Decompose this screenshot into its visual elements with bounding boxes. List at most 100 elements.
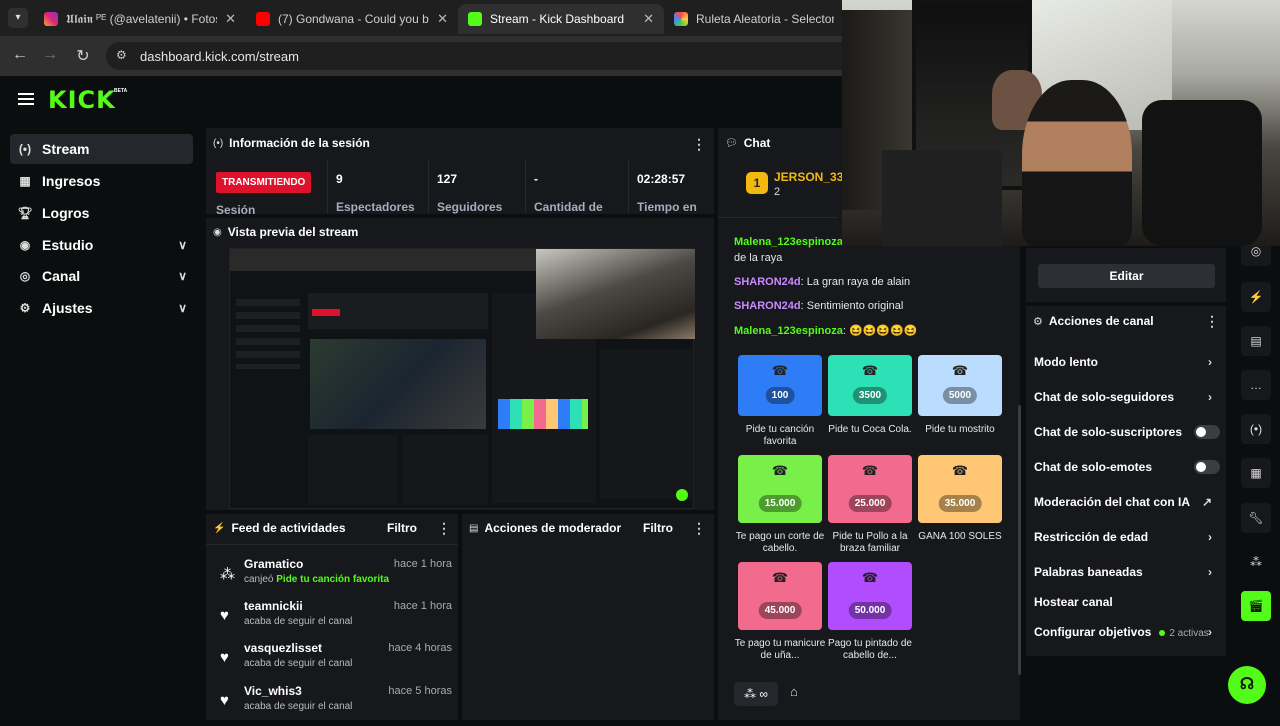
gift-icon: ☎	[771, 463, 789, 478]
reward-label: Pide tu mostrito	[925, 424, 995, 435]
pinned-count: 2	[774, 186, 781, 198]
gift-icon: ☎	[861, 570, 879, 585]
rail-lightning-icon[interactable]: ⚡	[1241, 282, 1271, 312]
stat-value: 127	[437, 172, 458, 186]
toggle-switch[interactable]	[1194, 425, 1220, 439]
channel-action-row[interactable]: Chat de solo-emotes	[1034, 460, 1220, 474]
more-options-icon[interactable]: ⋮	[437, 520, 451, 537]
sidebar-item-estudio[interactable]: ◉ Estudio ∨	[10, 230, 193, 260]
feed-user[interactable]: teamnickii	[244, 599, 303, 613]
pinned-username: JERSON_33	[774, 170, 844, 184]
moderator-filter-button[interactable]: Filtro	[643, 521, 673, 535]
channel-action-row[interactable]: Palabras baneadas ›	[1034, 565, 1220, 579]
rail-points-icon[interactable]: ⁂	[1241, 547, 1271, 577]
channel-action-row[interactable]: Chat de solo-suscriptores	[1034, 425, 1220, 439]
panel-title: Chat	[743, 136, 771, 150]
sidebar-item-stream[interactable]: (•) Stream	[10, 134, 193, 164]
reward-tile[interactable]: ☎ 45.000	[738, 562, 822, 630]
heart-icon: ♥	[220, 649, 229, 666]
back-icon[interactable]: ←	[10, 46, 30, 64]
reward-tile[interactable]: ☎ 100	[738, 355, 822, 416]
rail-broadcast-icon[interactable]: (•)	[1241, 414, 1271, 444]
rail-layout-icon[interactable]: ▦	[1241, 458, 1271, 488]
panel-title: Feed de actividades	[231, 521, 346, 535]
broadcast-icon: (•)	[18, 142, 32, 156]
preview-actions-column	[600, 349, 692, 499]
gift-icon: ☎	[771, 363, 789, 378]
feed-time: hace 5 horas	[388, 685, 452, 697]
kick-logo[interactable]: KICK BETA	[48, 86, 127, 114]
feed-user[interactable]: Vic_whis3	[244, 684, 302, 698]
rail-wrench-icon[interactable]: 🔧︎	[1241, 503, 1271, 533]
preview-nested-video	[310, 339, 486, 429]
browser-tab-ruleta[interactable]: Ruleta Aleatoria - Selector Pers	[664, 4, 844, 34]
support-headset-button[interactable]: ☊	[1228, 666, 1266, 704]
store-icon[interactable]: ⌂	[790, 684, 798, 699]
site-info-icon[interactable]: ⚙	[116, 48, 127, 62]
chat-username[interactable]: SHARON24d	[734, 276, 801, 288]
chat-username[interactable]: Malena_123espinoza	[734, 236, 843, 248]
sidebar-item-canal[interactable]: ◎ Canal ∨	[10, 261, 193, 291]
session-info-header: (•) Información de la sesión	[213, 136, 370, 150]
kick-icon	[468, 12, 482, 26]
stream-preview-video[interactable]	[229, 248, 695, 509]
edit-button[interactable]: Editar	[1038, 264, 1215, 288]
toggle-switch[interactable]	[1194, 460, 1220, 474]
panel-title: Acciones de canal	[1048, 314, 1154, 328]
preview-feed-panel	[308, 435, 398, 505]
more-options-icon[interactable]: ⋮	[692, 520, 706, 537]
channel-action-row[interactable]: Restricción de edad ›	[1034, 530, 1220, 544]
channel-action-row[interactable]: Hostear canal	[1034, 595, 1220, 609]
reward-tile[interactable]: ☎ 35.000	[918, 455, 1002, 523]
reward-tile[interactable]: ☎ 5000	[918, 355, 1002, 416]
chevron-down-icon: ∨	[178, 301, 187, 315]
more-options-icon[interactable]: ⋮	[692, 136, 706, 153]
browser-tab-youtube[interactable]: (7) Gondwana - Could you be lo ✕	[246, 4, 458, 34]
close-icon[interactable]: ✕	[437, 11, 448, 27]
sidebar-item-logros[interactable]: 🏆︎ Logros	[10, 198, 193, 228]
webcam-overlay	[842, 0, 1280, 246]
panel-title: Acciones de moderador	[484, 521, 622, 535]
feed-row: ♥ vasquezlisset hace 4 horas acaba de se…	[216, 641, 452, 683]
rail-clapper-icon[interactable]: 🎬︎	[1241, 591, 1271, 621]
webcam-chair	[1142, 100, 1262, 246]
sidebar-item-label: Ajustes	[42, 300, 93, 316]
channel-action-row[interactable]: Moderación del chat con IA ↗	[1034, 495, 1220, 509]
hamburger-menu-icon[interactable]	[18, 93, 34, 105]
channel-action-label: Chat de solo-emotes	[1034, 460, 1153, 474]
url-field[interactable]: ⚙ dashboard.kick.com/stream	[106, 42, 866, 70]
channel-action-row[interactable]: Chat de solo-seguidores ›	[1034, 390, 1220, 404]
reward-tile[interactable]: ☎ 25.000	[828, 455, 912, 523]
chat-username[interactable]: SHARON24d	[734, 300, 801, 312]
reward-tile[interactable]: ☎ 3500	[828, 355, 912, 416]
channel-action-row[interactable]: Configurar objetivos 2 activas ›	[1034, 625, 1220, 639]
chat-username[interactable]: Malena_123espinoza	[734, 325, 843, 337]
feed-divider	[206, 544, 458, 545]
forward-icon[interactable]: →	[40, 46, 60, 64]
feed-time: hace 1 hora	[393, 558, 452, 570]
sidebar-item-label: Logros	[42, 205, 90, 221]
close-icon[interactable]: ✕	[643, 11, 654, 27]
close-icon[interactable]: ✕	[225, 11, 236, 27]
reward-tile[interactable]: ☎ 50.000	[828, 562, 912, 630]
reward-cost: 50.000	[848, 602, 892, 619]
sidebar-item-ajustes[interactable]: ⚙ Ajustes ∨	[10, 293, 193, 323]
channel-points-infinite-button[interactable]: ⁂ ∞	[734, 682, 778, 706]
feed-reward-name: Pide tu canción favorita	[276, 574, 390, 585]
channel-action-row[interactable]: Modo lento ›	[1034, 355, 1220, 369]
reward-tile[interactable]: ☎ 15.000	[738, 455, 822, 523]
rail-chat-icon[interactable]: …	[1241, 370, 1271, 400]
feed-filter-button[interactable]: Filtro	[387, 521, 417, 535]
tab-search-icon[interactable]: ▾	[8, 8, 28, 28]
feed-user[interactable]: vasquezlisset	[244, 641, 322, 655]
reward-label: Te pago un corte de cabello.	[735, 531, 825, 554]
rewards-scrollbar[interactable]	[1018, 405, 1021, 675]
reload-icon[interactable]: ↻	[73, 46, 93, 66]
browser-tab-instagram[interactable]: 𝖀𝖑𝖆𝖎𝖓 ᴾᴱ (@avelatenii) • Fotos y ✕	[34, 4, 246, 34]
rail-document-icon[interactable]: ▤	[1241, 326, 1271, 356]
sidebar-item-ingresos[interactable]: ▦ Ingresos	[10, 166, 193, 196]
feed-user[interactable]: Gramatico	[244, 557, 303, 571]
more-options-icon[interactable]: ⋮	[1205, 313, 1219, 330]
browser-tab-kick[interactable]: Stream - Kick Dashboard ✕	[458, 4, 664, 34]
channel-points-icon: ⁂	[220, 566, 235, 583]
